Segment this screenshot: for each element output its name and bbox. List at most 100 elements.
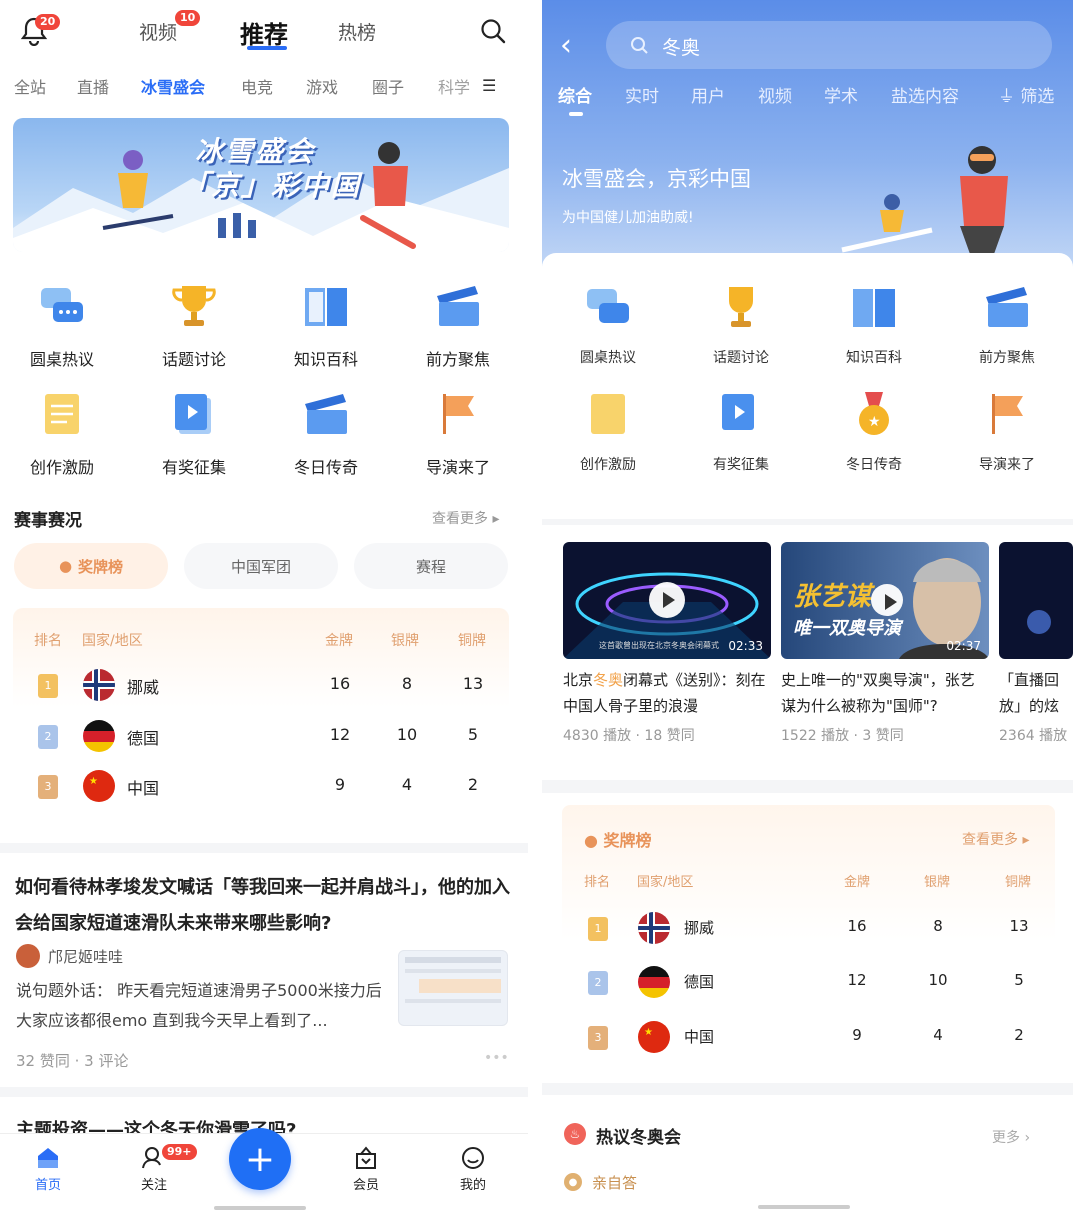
more-options-icon[interactable]: ••• [484, 1050, 509, 1066]
profile-icon [462, 1147, 484, 1169]
silver-count: 8 [401, 674, 413, 693]
grid-item-roundtable[interactable]: 圆桌热议 [0, 282, 128, 370]
tab-all[interactable]: 综合 [558, 82, 592, 107]
rank-badge: 1 [588, 917, 608, 941]
grid-item-focus[interactable]: 前方聚焦 [941, 283, 1073, 367]
tab-recommend[interactable]: 推荐 [240, 15, 288, 50]
video-card[interactable]: 张艺谋 唯一双奥导演 02:37 史上唯一的"双奥导演"，张艺谋为什么被称为"国… [781, 542, 989, 745]
silver-count: 8 [933, 917, 943, 935]
home-indicator [214, 1206, 306, 1210]
post-meta: 32 赞同 · 3 评论 [16, 1052, 129, 1070]
grid-item-topic[interactable]: 话题讨论 [675, 283, 807, 367]
post-title[interactable]: 如何看待林孝埈发文喊话「等我回来一起并肩战斗」，他的加入会给国家短道速滑队未来带… [15, 870, 515, 942]
country-name: 挪威 [684, 919, 715, 937]
table-row[interactable]: 2 德国 12 10 5 [13, 711, 509, 761]
post-excerpt[interactable]: 说句题外话： 昨天看完短道速滑男子5000米接力后大家应该都很emo 直到我今天… [16, 976, 386, 1036]
nav-home[interactable]: 首页 [18, 1146, 78, 1193]
grid-item-roundtable[interactable]: 圆桌热议 [542, 283, 674, 367]
video-card[interactable]: 「直播回放」的炫酷特效 2364 播放 [999, 542, 1073, 745]
grid-item-wiki[interactable]: 知识百科 [808, 283, 940, 367]
col-country: 国家/地区 [82, 633, 143, 649]
winter-banner[interactable]: 冰雪盛会 「京」彩中国 [13, 118, 509, 252]
bronze-count: 2 [467, 775, 479, 794]
play-card-icon [722, 394, 754, 430]
table-row[interactable]: 2 德国 12 10 5 [562, 957, 1058, 1007]
grid-item-wiki[interactable]: 知识百科 [260, 282, 392, 370]
tab-video[interactable]: 视频 [758, 82, 792, 107]
tab-users[interactable]: 用户 [691, 82, 725, 107]
grid-item-prize[interactable]: 有奖征集 [128, 390, 260, 478]
channel-live[interactable]: 直播 [77, 74, 109, 98]
book-icon [853, 289, 895, 327]
table-row[interactable]: 1 挪威 16 8 13 [13, 660, 509, 710]
grid-item-focus[interactable]: 前方聚焦 [392, 282, 524, 370]
tab-video[interactable]: 视频 10 [139, 10, 201, 45]
grid-item-director[interactable]: 导演来了 [392, 390, 524, 478]
medal-icon: ● [584, 831, 598, 850]
tab-realtime[interactable]: 实时 [625, 82, 659, 107]
hot-item-label[interactable]: 亲自答 [592, 1172, 637, 1193]
gold-count: 16 [329, 674, 351, 693]
chat-bubble-icon [587, 289, 629, 323]
nav-vip[interactable]: 会员 [336, 1146, 396, 1193]
grid-item-legend[interactable]: 冬日传奇 [260, 390, 392, 478]
grid-item-topic[interactable]: 话题讨论 [128, 282, 260, 370]
bottom-nav: 首页 关注 99+ + 会员 我的 [0, 1128, 528, 1212]
channel-all[interactable]: 全站 [14, 74, 46, 98]
grid-item-prize[interactable]: 有奖征集 [675, 390, 807, 474]
bell-icon[interactable]: 20 [20, 14, 61, 47]
silver-count: 4 [401, 775, 413, 794]
clapperboard-icon [305, 394, 347, 434]
col-gold: 金牌 [325, 633, 353, 649]
post-thumbnail[interactable] [398, 950, 508, 1026]
grid-item-creation[interactable]: 创作激励 [0, 390, 128, 478]
nav-me[interactable]: 我的 [443, 1146, 503, 1193]
tab-hot[interactable]: 热榜 [338, 18, 376, 45]
create-button[interactable]: + [229, 1128, 291, 1190]
grid-item-legend[interactable]: ★ 冬日传奇 [808, 390, 940, 474]
medal-more-link[interactable]: 查看更多 ▸ [962, 829, 1029, 849]
pill-china-team[interactable]: 中国军团 [184, 543, 338, 589]
gold-count: 12 [847, 971, 867, 989]
tab-salt-content[interactable]: 盐选内容 [891, 82, 959, 107]
active-tab-indicator [247, 46, 287, 50]
table-row[interactable]: 3 ★ 中国 9 4 2 [562, 1012, 1058, 1062]
answer-icon: ● [564, 1173, 582, 1191]
tab-academic[interactable]: 学术 [824, 82, 858, 107]
video-meta: 1522 播放 · 3 赞同 [781, 728, 904, 744]
nav-follow[interactable]: 关注 99+ [124, 1144, 197, 1193]
avatar[interactable] [16, 944, 40, 968]
pill-medal-table[interactable]: ● 奖牌榜 [14, 543, 168, 589]
hot-more-link[interactable]: 更多 › [992, 1127, 1030, 1147]
menu-icon[interactable]: ☰ [482, 76, 496, 95]
norway-flag-icon [638, 912, 670, 944]
channel-esports[interactable]: 电竞 [241, 74, 273, 98]
book-icon [305, 288, 347, 326]
section-title: 赛事赛况 [14, 511, 82, 531]
channel-circle[interactable]: 圈子 [372, 74, 404, 98]
gold-medal-icon: ★ [859, 392, 889, 435]
channel-winter[interactable]: 冰雪盛会 [141, 74, 205, 98]
video-card[interactable]: 这首歌曾出现在北京冬奥会闭幕式 02:33 北京冬奥闭幕式《送别》：刻在中国人骨… [563, 542, 771, 745]
post-author[interactable]: 邝尼姬哇哇 [48, 946, 123, 967]
table-row[interactable]: 3 ★ 中国 9 4 2 [13, 761, 509, 811]
skier-illustration [841, 146, 1008, 254]
norway-flag-icon [83, 669, 115, 701]
channel-games[interactable]: 游戏 [306, 74, 338, 98]
fire-icon: ♨ [564, 1123, 586, 1145]
filter-button[interactable]: ⏚ 筛选 [998, 82, 1054, 107]
divider [0, 1087, 528, 1097]
grid-item-creation[interactable]: 创作激励 [542, 390, 674, 474]
table-row[interactable]: 1 挪威 16 8 13 [562, 903, 1058, 953]
col-gold: 金牌 [844, 875, 871, 890]
grid-item-director[interactable]: 导演来了 [941, 390, 1073, 474]
pill-schedule[interactable]: 赛程 [354, 543, 508, 589]
section-more-link[interactable]: 查看更多 ▸ [432, 508, 499, 528]
search-icon[interactable] [480, 18, 506, 44]
bronze-count: 13 [462, 674, 484, 693]
search-input[interactable]: 冬奥 [606, 21, 1052, 69]
video-title: 史上唯一的"双奥导演"，张艺谋为什么被称为"国师"? [781, 671, 975, 715]
clapperboard-icon [437, 286, 479, 326]
back-icon[interactable]: ‹ [560, 28, 572, 63]
channel-science[interactable]: 科学 [438, 74, 472, 98]
